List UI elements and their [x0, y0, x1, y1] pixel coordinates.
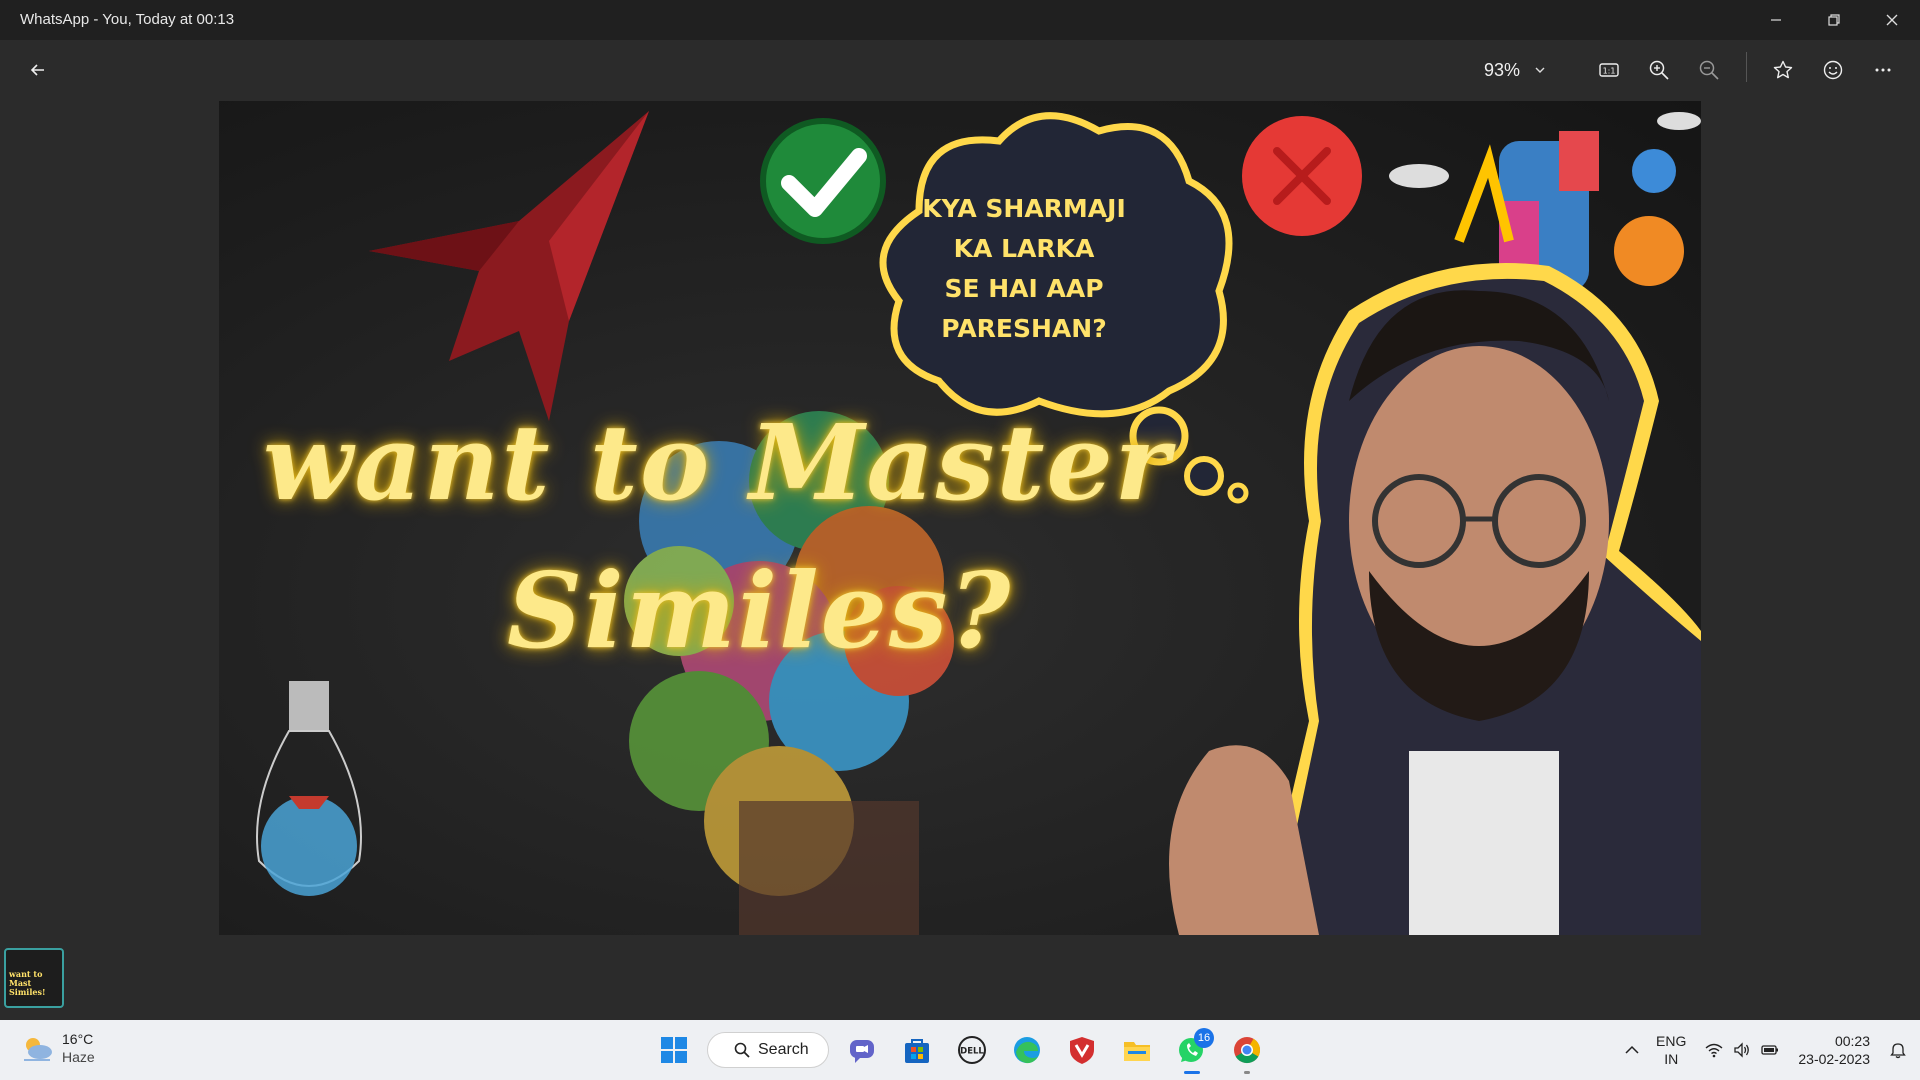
taskbar-apps: Search DELL 16 — [652, 1028, 1269, 1074]
viewer-toolbar: 93% 1:1 — [0, 40, 1920, 100]
origami-bird-illustration — [369, 111, 649, 421]
toolbar-divider — [1746, 52, 1747, 82]
more-options-button[interactable] — [1863, 50, 1903, 90]
zoom-in-button[interactable] — [1639, 50, 1679, 90]
search-label: Search — [758, 1041, 809, 1058]
notification-bell-icon — [1890, 1043, 1906, 1059]
title-bar: WhatsApp - You, Today at 00:13 — [0, 0, 1920, 40]
minimize-icon — [1771, 19, 1781, 21]
cloud-line-1: KYA SHARMAJI — [922, 194, 1126, 223]
actual-size-icon: 1:1 — [1599, 63, 1619, 77]
mcafee-app[interactable] — [1060, 1028, 1104, 1072]
more-icon — [1875, 68, 1891, 72]
image-thumbnail[interactable]: want to Mast Similes! — [4, 948, 64, 1008]
running-indicator — [1244, 1071, 1250, 1074]
battery-button[interactable] — [1756, 1036, 1784, 1064]
network-button[interactable] — [1700, 1036, 1728, 1064]
star-icon — [1773, 60, 1793, 79]
chrome-icon — [1234, 1037, 1261, 1064]
dell-logo-icon: DELL — [958, 1036, 986, 1064]
check-mark-icon — [760, 118, 886, 244]
active-indicator — [1184, 1071, 1200, 1074]
zoom-value: 93% — [1484, 59, 1521, 80]
taskbar-search[interactable]: Search — [707, 1032, 829, 1068]
restore-icon — [1828, 14, 1840, 26]
minimize-button[interactable] — [1748, 0, 1804, 40]
restore-button[interactable] — [1806, 0, 1862, 40]
arrow-left-icon — [30, 64, 44, 76]
favorite-button[interactable] — [1763, 50, 1803, 90]
weather-temp: 16°C — [62, 1031, 94, 1047]
actual-size-button[interactable]: 1:1 — [1589, 50, 1629, 90]
taskbar: 16°C Haze Search DELL 16 ENG IN 00:23 23… — [0, 1020, 1920, 1080]
chevron-up-icon — [1625, 1045, 1639, 1054]
volume-button[interactable] — [1728, 1036, 1756, 1064]
battery-icon — [1761, 1045, 1779, 1055]
notification-badge: 16 — [1194, 1028, 1214, 1048]
cross-mark-icon — [1242, 116, 1362, 236]
back-button[interactable] — [18, 50, 58, 90]
edge-icon — [1014, 1037, 1040, 1064]
speaker-icon — [1734, 1042, 1750, 1058]
chat-icon — [850, 1040, 874, 1063]
clock[interactable]: 00:23 23-02-2023 — [1798, 1032, 1870, 1068]
close-button[interactable] — [1864, 0, 1920, 40]
dell-app[interactable]: DELL — [950, 1028, 994, 1072]
headline-line-1: want to Master — [263, 401, 1172, 524]
zoom-dropdown[interactable]: 93% — [1484, 50, 1546, 90]
school-doodle-illustration — [1389, 112, 1701, 291]
file-explorer-app[interactable] — [1115, 1028, 1159, 1072]
lang-primary: ENG — [1656, 1033, 1687, 1049]
react-button[interactable] — [1813, 50, 1853, 90]
teams-chat-app[interactable] — [840, 1028, 884, 1072]
clock-time: 00:23 — [1834, 1033, 1870, 1049]
clock-date: 23-02-2023 — [1798, 1051, 1870, 1067]
whatsapp-app[interactable]: 16 — [1170, 1028, 1214, 1074]
store-icon — [905, 1039, 929, 1063]
microsoft-store-app[interactable] — [895, 1028, 939, 1072]
smiley-icon — [1823, 60, 1843, 80]
presenter-photo — [1169, 263, 1701, 935]
headline-line-2: Similes? — [507, 549, 1013, 672]
cloud-line-4: PARESHAN? — [941, 314, 1107, 343]
chrome-browser-app[interactable] — [1225, 1028, 1269, 1074]
zoom-in-icon — [1649, 60, 1669, 80]
system-tray: ENG IN 00:23 23-02-2023 — [1618, 1020, 1920, 1080]
search-icon — [734, 1042, 750, 1058]
chevron-down-icon — [1535, 67, 1545, 73]
close-icon — [1886, 14, 1898, 26]
thumbnail-text: want to Mast Similes! — [9, 969, 46, 997]
windows-logo-icon — [661, 1037, 687, 1063]
zoom-out-icon — [1699, 60, 1719, 80]
input-language[interactable]: ENG IN — [1656, 1032, 1686, 1068]
window-title: WhatsApp - You, Today at 00:13 — [20, 11, 235, 28]
weather-haze-icon — [24, 1038, 52, 1061]
zoom-out-button[interactable] — [1689, 50, 1729, 90]
weather-desc: Haze — [62, 1049, 95, 1065]
folder-icon — [1124, 1042, 1150, 1061]
svg-text:DELL: DELL — [960, 1047, 984, 1057]
cloud-line-3: SE HAI AAP — [944, 274, 1104, 303]
notifications-button[interactable] — [1884, 1036, 1912, 1064]
show-hidden-icons-button[interactable] — [1618, 1036, 1646, 1064]
wifi-icon — [1705, 1043, 1723, 1058]
shield-icon — [1070, 1037, 1094, 1064]
weather-widget[interactable]: 16°C Haze — [20, 1030, 95, 1066]
edge-browser-app[interactable] — [1005, 1028, 1049, 1072]
start-button[interactable] — [652, 1028, 696, 1072]
lang-secondary: IN — [1664, 1051, 1679, 1067]
thought-cloud-text: KYA SHARMAJI KA LARKA SE HAI AAP PARESHA… — [919, 189, 1129, 349]
image-viewer[interactable]: want to Master Similes? KYA SHARMAJI KA … — [219, 101, 1701, 935]
svg-text:1:1: 1:1 — [1603, 67, 1616, 76]
cloud-line-2: KA LARKA — [953, 234, 1095, 263]
light-bulb-illustration — [256, 681, 362, 896]
